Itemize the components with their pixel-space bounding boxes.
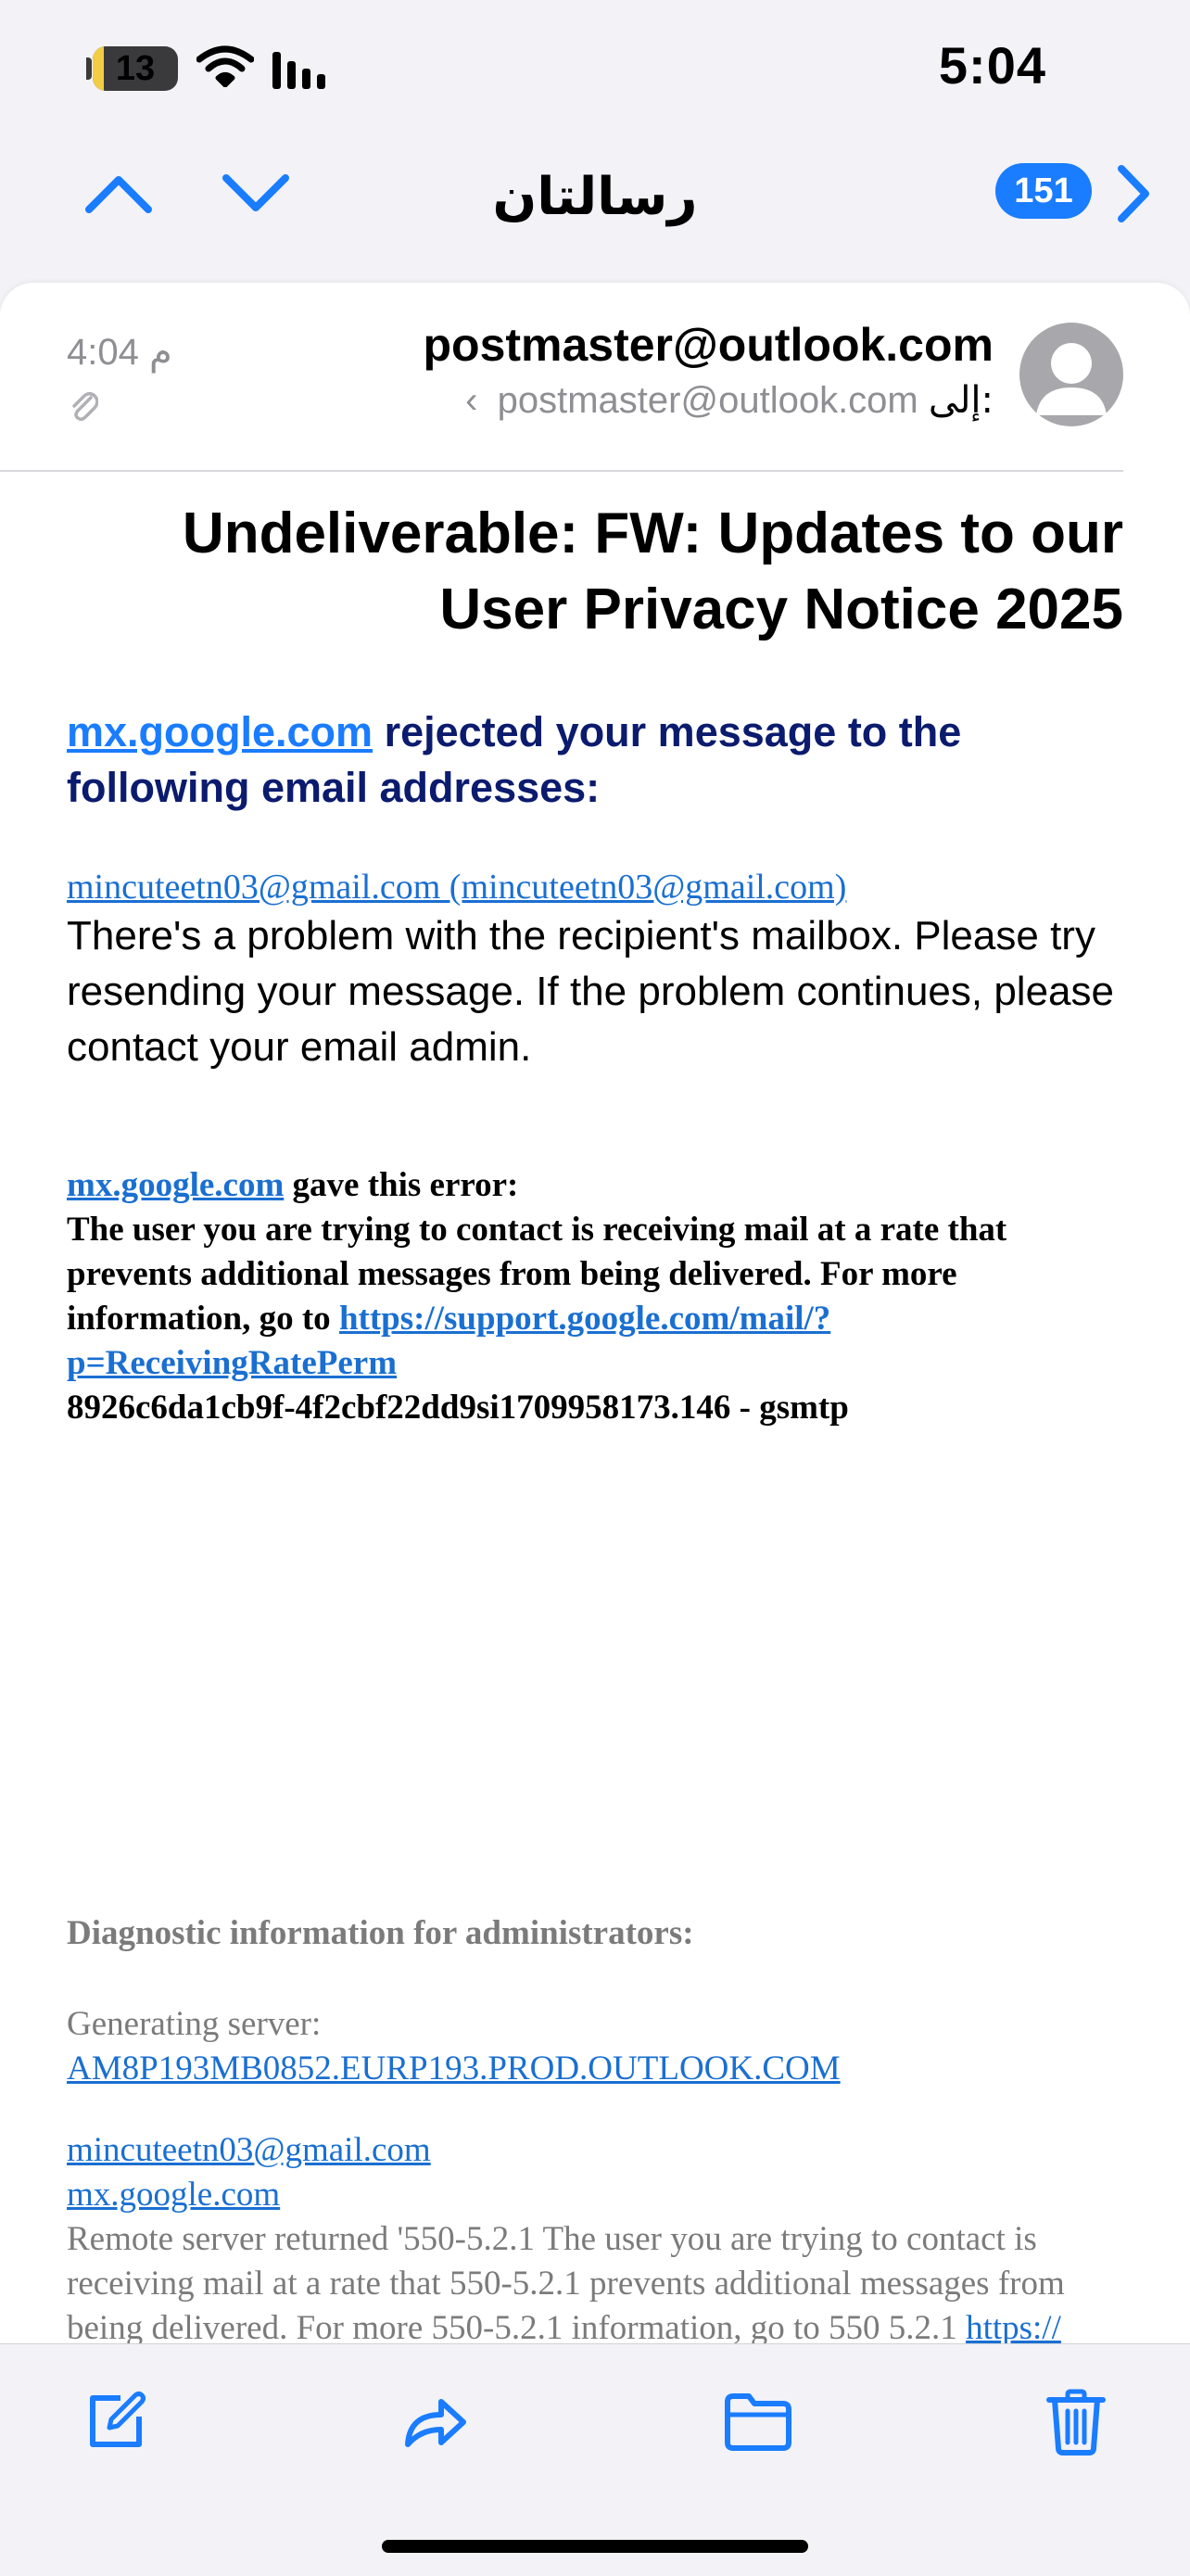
generating-server-label: Generating server: [67, 2005, 322, 2043]
cellular-signal-icon [272, 52, 325, 89]
rejected-recipient-link[interactable]: mincuteetn03@gmail.com (mincuteetn03@gma… [67, 867, 846, 907]
diagnostic-recipient-link[interactable]: mincuteetn03@gmail.com [67, 2128, 1133, 2173]
error-intro: gave this error: [284, 1166, 519, 1204]
battery-icon: 13 [93, 46, 178, 91]
unread-count-badge[interactable]: 151 [995, 163, 1092, 219]
person-icon [1036, 343, 1107, 415]
problem-description: There's a problem with the recipient's m… [67, 913, 1114, 1070]
diagnostic-section: Diagnostic information for administrator… [67, 1911, 1133, 2351]
compose-icon[interactable] [83, 2389, 148, 2454]
sender-address[interactable]: postmaster@outlook.com [423, 318, 994, 372]
navigation-bar: رسالتان 151 [0, 139, 1190, 278]
error-details: mx.google.com gave this error: The user … [67, 1163, 1133, 1430]
move-to-folder-icon[interactable] [723, 2389, 793, 2454]
recipient-line[interactable]: ‹ postmaster@outlook.com إلى: [465, 379, 994, 422]
error-server-link[interactable]: mx.google.com [67, 1166, 284, 1204]
message-time: 4:04 م [67, 332, 172, 373]
home-indicator[interactable] [382, 2540, 808, 2553]
battery-level: 13 [115, 49, 156, 88]
diagnostic-heading: Diagnostic information for administrator… [67, 1914, 694, 1952]
attachment-icon [72, 392, 98, 422]
to-label: إلى: [928, 379, 994, 422]
error-code: 8926c6da1cb9f-4f2cbf22dd9si1709958173.14… [67, 1389, 849, 1427]
chevron-right-icon[interactable] [1112, 161, 1153, 226]
email-subject: Undeliverable: FW: Updates to our User P… [182, 501, 1123, 641]
remote-host-link[interactable]: mx.google.com [67, 2173, 1133, 2217]
recipient-address: postmaster@outlook.com [497, 380, 918, 421]
battery-nub [86, 57, 92, 80]
rejection-notice: mx.google.com rejected your message to t… [67, 704, 1114, 816]
clock: 5:04 [938, 36, 1046, 95]
generating-server-link[interactable]: AM8P193MB0852.EURP193.PROD.OUTLOOK.COM [67, 2047, 1133, 2091]
remote-server-text: Remote server returned '550-5.2.1 The us… [67, 2220, 1065, 2347]
header-divider [0, 470, 1123, 472]
chevron-left-icon: ‹ [465, 380, 478, 421]
avatar[interactable] [1019, 323, 1123, 426]
reply-forward-icon[interactable] [400, 2389, 469, 2454]
trash-icon[interactable] [1045, 2389, 1107, 2455]
rejecting-server-link[interactable]: mx.google.com [67, 708, 373, 755]
wifi-icon [196, 45, 254, 87]
remote-server-link[interactable]: https:// [966, 2309, 1061, 2347]
message-card: postmaster@outlook.com ‹ postmaster@outl… [0, 283, 1190, 2415]
remote-server-response: Remote server returned '550-5.2.1 The us… [67, 2217, 1133, 2351]
status-bar: 13 5:04 [0, 0, 1190, 139]
